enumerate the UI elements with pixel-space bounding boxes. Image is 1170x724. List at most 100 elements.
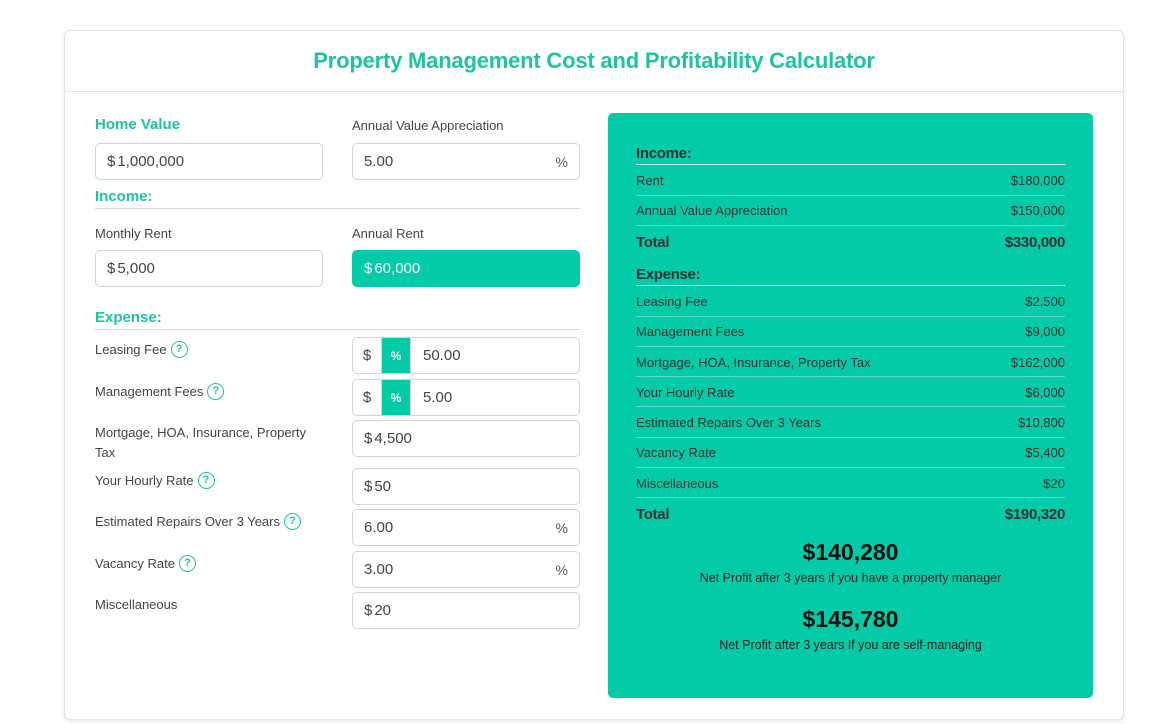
annual-rent-label: Annual Rent: [352, 226, 424, 241]
summary-row-value: $10,800: [1018, 415, 1065, 430]
currency-prefix: $: [364, 430, 373, 447]
help-icon[interactable]: ?: [283, 513, 301, 530]
appreciation-input[interactable]: 5.00 %: [352, 143, 580, 180]
percent-suffix: %: [555, 561, 568, 578]
misc-text: 20: [374, 602, 392, 619]
summary-row-label: Rent: [636, 173, 664, 188]
currency-prefix: $: [364, 478, 373, 495]
summary-row-label: Leasing Fee: [636, 294, 708, 309]
hourly-rate-text: 50: [374, 478, 392, 495]
summary-row-label: Management Fees: [636, 324, 745, 339]
summary-income-heading: Income:: [636, 145, 692, 162]
row-divider: [636, 437, 1065, 438]
monthly-rent-input[interactable]: $ 5,000: [95, 250, 323, 287]
summary-row-value: $9,000: [1025, 324, 1065, 339]
help-icon[interactable]: ?: [170, 341, 188, 358]
row-divider: [636, 497, 1065, 498]
summary-divider: [636, 285, 1065, 286]
appreciation-text: 5.00: [364, 153, 394, 170]
hourly-rate-label-text: Your Hourly Rate: [95, 473, 194, 488]
summary-row-label: Vacancy Rate: [636, 445, 716, 460]
repairs-label-text: Estimated Repairs Over 3 Years: [95, 514, 280, 529]
profit-self-value: $145,780: [802, 606, 899, 632]
vacancy-label-text: Vacancy Rate: [95, 556, 175, 571]
mortgage-input[interactable]: $ 4,500: [352, 420, 580, 457]
dollar-toggle[interactable]: $: [353, 380, 382, 415]
summary-row-value: $150,000: [1010, 203, 1065, 218]
summary-row-label: Miscellaneous: [636, 476, 719, 491]
summary-row-label: Estimated Repairs Over 3 Years: [636, 415, 821, 430]
currency-prefix: $: [364, 602, 373, 619]
help-icon[interactable]: ?: [197, 472, 215, 489]
leasing-fee-label-text: Leasing Fee: [95, 342, 167, 357]
profit-self-caption: Net Profit after 3 years If you are self…: [719, 638, 982, 652]
management-fees-label: Management Fees ?: [95, 383, 225, 400]
row-divider: [636, 467, 1065, 468]
summary-row-value: $20: [1043, 476, 1065, 491]
expense-divider: [95, 329, 580, 330]
summary-row-value: $162,000: [1010, 355, 1065, 370]
monthly-rent-label: Monthly Rent: [95, 226, 172, 241]
row-divider: [636, 225, 1065, 226]
management-fees-label-text: Management Fees: [95, 384, 204, 399]
summary-row-value: $2,500: [1025, 294, 1065, 309]
annual-rent-output: $ 60,000: [352, 250, 580, 287]
percent-toggle[interactable]: %: [382, 338, 411, 373]
currency-prefix: $: [107, 260, 116, 277]
repairs-label: Estimated Repairs Over 3 Years ?: [95, 513, 301, 530]
currency-prefix: $: [107, 153, 116, 170]
mortgage-label-line1: Mortgage, HOA, Insurance, Property: [95, 425, 306, 440]
profit-manager-caption: Net Profit after 3 years if you have a p…: [699, 571, 1002, 585]
percent-suffix: %: [555, 153, 568, 170]
row-divider: [636, 316, 1065, 317]
misc-label: Miscellaneous: [95, 597, 178, 612]
summary-row-value: $180,000: [1010, 173, 1065, 188]
appreciation-label: Annual Value Appreciation: [352, 118, 504, 133]
home-value-label: Home Value: [95, 116, 181, 133]
profit-manager-value: $140,280: [802, 539, 899, 565]
hourly-rate-input[interactable]: $ 50: [352, 468, 580, 505]
help-icon[interactable]: ?: [207, 383, 225, 400]
vacancy-text: 3.00: [364, 561, 394, 578]
monthly-rent-text: 5,000: [117, 260, 155, 277]
help-icon[interactable]: ?: [178, 555, 196, 572]
annual-rent-text: 60,000: [374, 260, 421, 277]
percent-toggle[interactable]: %: [382, 380, 411, 415]
income-total-label: Total: [636, 234, 670, 251]
mortgage-text: 4,500: [374, 430, 412, 447]
row-divider: [636, 376, 1065, 377]
leasing-fee-input[interactable]: $ % 50.00: [352, 337, 580, 374]
summary-row-label: Mortgage, HOA, Insurance, Property Tax: [636, 355, 871, 370]
summary-row-label: Your Hourly Rate: [636, 385, 735, 400]
repairs-input[interactable]: 6.00 %: [352, 509, 580, 546]
row-divider: [636, 346, 1065, 347]
mortgage-label: Mortgage, HOA, Insurance, Property Tax: [95, 423, 306, 463]
summary-row-value: $6,000: [1025, 385, 1065, 400]
home-value-input[interactable]: $ 1,000,000: [95, 143, 323, 180]
expense-total-value: $190,320: [1004, 506, 1065, 523]
management-fees-text: 5.00: [423, 389, 453, 406]
home-value-text: 1,000,000: [117, 153, 185, 170]
summary-row-label: Annual Value Appreciation: [636, 203, 788, 218]
expense-total-label: Total: [636, 506, 670, 523]
management-fees-input[interactable]: $ % 5.00: [352, 379, 580, 416]
leasing-fee-label: Leasing Fee ?: [95, 341, 188, 358]
summary-expense-heading: Expense:: [636, 266, 701, 283]
hourly-rate-label: Your Hourly Rate ?: [95, 472, 215, 489]
repairs-text: 6.00: [364, 519, 394, 536]
row-divider: [636, 406, 1065, 407]
income-total-value: $330,000: [1004, 234, 1065, 251]
mortgage-label-line2: Tax: [95, 445, 116, 460]
summary-divider: [636, 164, 1065, 165]
page-title: Property Management Cost and Profitabili…: [313, 48, 875, 73]
summary-row-value: $5,400: [1025, 445, 1065, 460]
vacancy-input[interactable]: 3.00 %: [352, 551, 580, 588]
currency-prefix: $: [364, 260, 373, 277]
vacancy-label: Vacancy Rate ?: [95, 555, 196, 572]
row-divider: [636, 195, 1065, 196]
misc-input[interactable]: $ 20: [352, 592, 580, 629]
expense-heading: Expense:: [95, 309, 162, 326]
dollar-toggle[interactable]: $: [353, 338, 382, 373]
percent-suffix: %: [555, 519, 568, 536]
leasing-fee-text: 50.00: [423, 347, 461, 364]
